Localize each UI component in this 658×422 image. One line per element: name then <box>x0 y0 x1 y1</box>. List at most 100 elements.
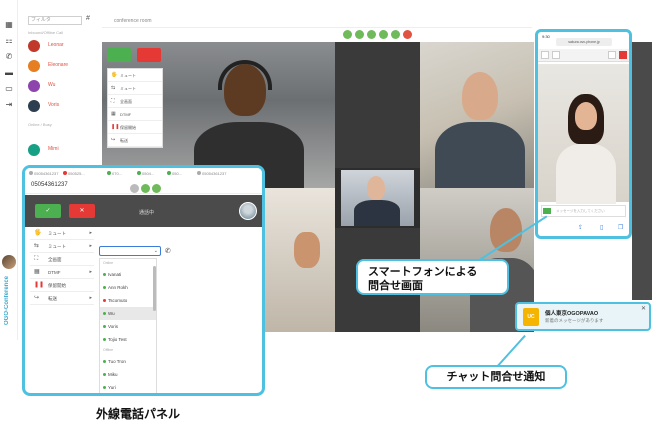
menu-item-mute[interactable]: 🖐 ミュート <box>108 69 162 82</box>
org-icon[interactable]: ⚏ <box>4 36 14 46</box>
contact-item[interactable]: Leonar <box>28 40 98 56</box>
transfer-icon: ↪ <box>34 295 40 301</box>
avatar <box>28 100 40 112</box>
list-item-selected[interactable]: Wu <box>100 307 156 320</box>
video-tile-man-headset <box>420 42 534 188</box>
menu-item-transfer[interactable]: ↪ 転送 ▸ <box>30 292 94 305</box>
menu-item-dtmf[interactable]: ▦ DTMF <box>108 108 162 121</box>
logout-icon[interactable]: ⇥ <box>4 100 14 110</box>
toolbar-camera-icon[interactable] <box>355 30 364 39</box>
list-item[interactable]: Yuri <box>100 381 156 393</box>
toolbar-chat-icon[interactable] <box>379 30 388 39</box>
chevron-down-icon: ⌄ <box>153 248 158 254</box>
hash-button[interactable]: # <box>86 15 90 22</box>
line-tab[interactable]: 05054361237 <box>197 171 226 176</box>
screen-icon[interactable] <box>152 184 161 193</box>
list-item-label: Tscomuto <box>108 298 128 303</box>
tabs-icon[interactable]: ❐ <box>618 224 623 231</box>
list-item[interactable]: Ivanati <box>100 268 156 281</box>
smartphone-callout-line2: 問合せ画面 <box>368 279 423 292</box>
phone-icon[interactable]: ✆ <box>4 52 14 62</box>
list-item-label: Ivanati <box>108 272 122 277</box>
list-item[interactable]: Voris <box>100 320 156 333</box>
list-item-label: Miku <box>108 372 118 377</box>
contact-name: Voris <box>48 102 60 108</box>
line-tab[interactable]: 05054361237 <box>29 171 58 176</box>
sp-hangup-button[interactable] <box>619 51 627 59</box>
contact-item[interactable]: Mimi <box>28 144 98 160</box>
contact-item[interactable]: Voris <box>28 100 98 116</box>
menu-item-hold[interactable]: ❚❚ 保留開始 <box>30 279 94 292</box>
sp-chat-button[interactable] <box>608 51 616 59</box>
toolbar-mic-icon[interactable] <box>343 30 352 39</box>
list-scrollbar[interactable] <box>153 266 156 311</box>
participant-body <box>435 122 525 188</box>
contact-name: Eleonare <box>48 62 69 68</box>
swap-icon: ⇆ <box>34 243 40 249</box>
share-icon[interactable]: ⇪ <box>578 224 583 231</box>
avatar <box>28 144 40 156</box>
caller-avatar <box>239 202 257 220</box>
toolbar-hangup-icon[interactable] <box>403 30 412 39</box>
menu-item-mute[interactable]: 🖐 ミュート ▸ <box>30 227 94 240</box>
line-tab[interactable]: 050525... <box>63 171 85 176</box>
folder-icon[interactable]: ▬ <box>4 68 14 78</box>
headphones-icon <box>218 60 272 90</box>
list-item[interactable]: Tojio Test <box>100 333 156 346</box>
conference-menu: 🖐 ミュート ⇆ ミュート ⛶ 全画面 ▦ DTMF ❚❚ 保留開始 ↪ 転送 <box>107 68 163 148</box>
keypad-icon: ▦ <box>34 269 40 275</box>
contact-name: Leonar <box>48 42 64 48</box>
external-phone-panel: 05054361237 050525... 070... 0504... 050… <box>22 165 265 396</box>
list-item[interactable]: Miku <box>100 368 156 381</box>
reject-button[interactable]: ✕ <box>69 204 95 218</box>
line-tab[interactable]: 070... <box>107 171 122 176</box>
contact-item[interactable]: Wu <box>28 80 98 96</box>
reject-button[interactable] <box>137 48 161 62</box>
menu-item-transfer[interactable]: ↪ 転送 <box>108 134 162 147</box>
toolbar-screen-icon[interactable] <box>367 30 376 39</box>
pause-icon: ❚❚ <box>111 124 120 130</box>
menu-item-mute-2[interactable]: ⇆ ミュート <box>108 82 162 95</box>
video-icon[interactable] <box>141 184 150 193</box>
accept-button[interactable] <box>107 48 131 62</box>
menu-label: 保留開始 <box>48 283 66 288</box>
filter-input[interactable]: フィルタ <box>28 16 82 25</box>
sp-camera-button[interactable] <box>552 51 560 59</box>
menu-item-dtmf[interactable]: ▦ DTMF ▸ <box>30 266 94 279</box>
chevron-right-icon: ▸ <box>89 269 92 275</box>
sp-chat-input[interactable]: メッセージを入力してください <box>541 205 626 217</box>
list-item[interactable]: Ann Rokh <box>100 281 156 294</box>
sp-add-icon[interactable] <box>543 208 551 214</box>
contact-name: Mimi <box>48 146 59 152</box>
chat-notification[interactable]: UC 個人東京OGOPAVAO 新着のメッセージがあります ✕ <box>515 302 651 331</box>
grid-icon[interactable]: ▦ <box>4 20 14 30</box>
accept-button[interactable]: ✓ <box>35 204 61 218</box>
book-icon[interactable]: ▯ <box>600 224 603 231</box>
url-bar[interactable]: sakura.ovc-phone.jp <box>556 38 612 46</box>
sp-mic-button[interactable] <box>541 51 549 59</box>
section-label: Online / Busy <box>28 122 52 127</box>
conference-title: conference room <box>114 18 152 24</box>
close-icon[interactable]: ✕ <box>641 305 646 312</box>
list-item[interactable]: Tuo Tron <box>100 355 156 368</box>
menu-item-hold[interactable]: ❚❚ 保留開始 <box>108 121 162 134</box>
call-icon[interactable]: ✆ <box>165 247 171 255</box>
menu-item-mute-2[interactable]: ⇆ ミュート ▸ <box>30 240 94 253</box>
list-item[interactable]: Tscomuto <box>100 294 156 307</box>
menu-label: 転送 <box>120 138 128 143</box>
fullscreen-icon: ⛶ <box>34 256 39 262</box>
menu-item-fullscreen[interactable]: ⛶ 全画面 <box>108 95 162 108</box>
contact-item[interactable]: Eleonare <box>28 60 98 76</box>
line-tab[interactable]: 050... <box>167 171 182 176</box>
phone-icon[interactable] <box>130 184 139 193</box>
chat-icon[interactable]: ▭ <box>4 84 14 94</box>
transfer-target-select[interactable]: ⌄ <box>99 246 161 256</box>
toolbar-record-icon[interactable] <box>391 30 400 39</box>
menu-label: 全画面 <box>120 99 132 104</box>
conference-call-buttons <box>107 48 167 62</box>
line-tab[interactable]: 0504... <box>137 171 154 176</box>
menu-label: 転送 <box>48 296 57 301</box>
menu-item-fullscreen[interactable]: ⛶ 全画面 <box>30 253 94 266</box>
brand-text: OGO-Conference <box>4 275 10 325</box>
user-avatar[interactable] <box>2 255 16 269</box>
